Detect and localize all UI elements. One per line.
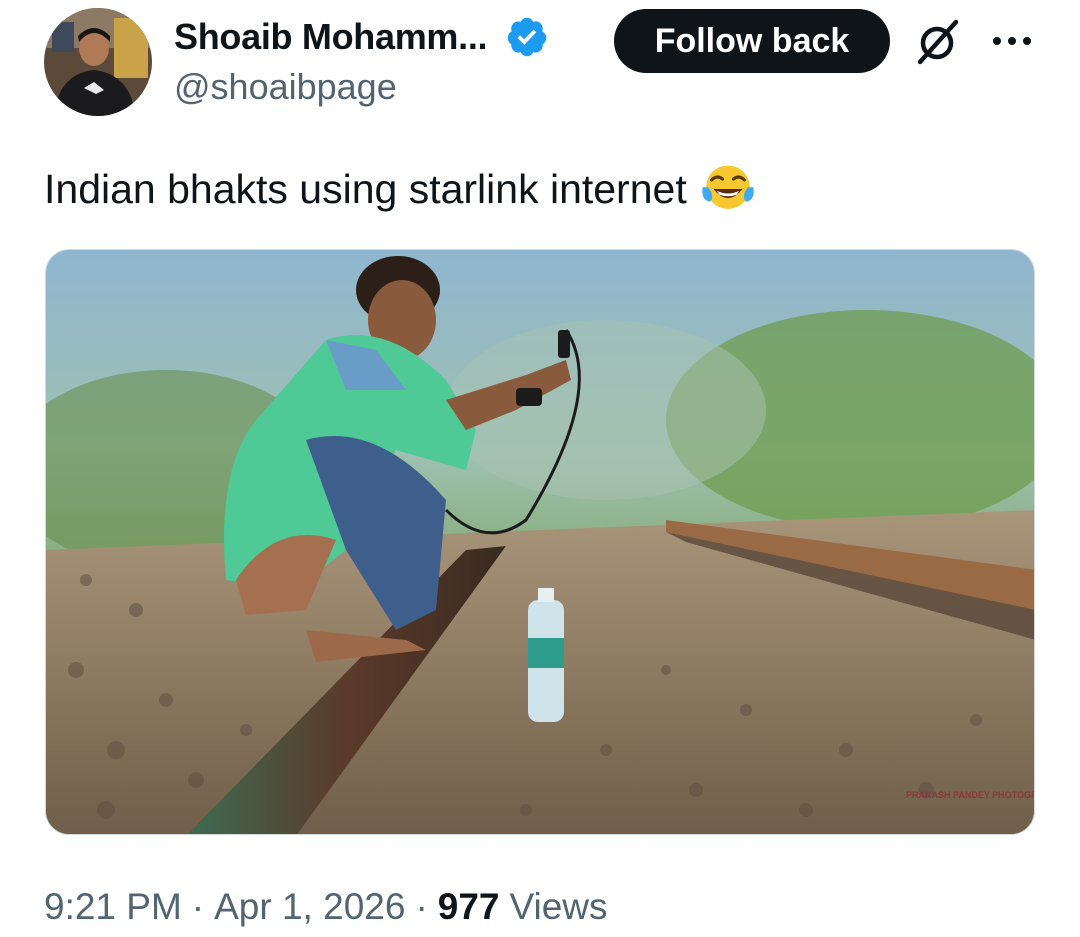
- views-label[interactable]: Views: [510, 886, 608, 928]
- avatar-image: [44, 8, 152, 116]
- verified-badge-icon: [507, 17, 547, 57]
- views-count[interactable]: 977: [438, 886, 500, 928]
- tweet-text-content: Indian bhakts using starlink internet: [44, 165, 687, 212]
- photo-watermark: PRAKASH PANDEY PHOTOGRAPHY: [906, 790, 1035, 800]
- tweet-metadata: 9:21 PM · Apr 1, 2026 · 977 Views: [44, 886, 608, 928]
- grok-icon[interactable]: [912, 16, 964, 68]
- author-display-name[interactable]: Shoaib Mohamm...: [174, 16, 488, 58]
- author-avatar[interactable]: [44, 8, 152, 116]
- meta-separator: ·: [191, 886, 205, 927]
- tweet-time[interactable]: 9:21 PM: [44, 886, 182, 928]
- tweet-text: Indian bhakts using starlink internet: [44, 160, 757, 218]
- more-options-icon[interactable]: [990, 26, 1034, 56]
- tweet-date[interactable]: Apr 1, 2026: [214, 886, 405, 928]
- follow-back-button[interactable]: Follow back: [614, 9, 890, 73]
- tweet-card: Shoaib Mohamm... @shoaibpage Follow back…: [0, 0, 1080, 937]
- photo-railway-track: PRAKASH PANDEY PHOTOGRAPHY: [46, 250, 1035, 834]
- meta-separator: ·: [415, 886, 428, 927]
- face-with-tears-of-joy-emoji: [702, 165, 754, 209]
- author-handle[interactable]: @shoaibpage: [174, 66, 397, 108]
- author-name-row: Shoaib Mohamm...: [174, 14, 549, 60]
- tweet-media-image[interactable]: PRAKASH PANDEY PHOTOGRAPHY: [45, 249, 1035, 835]
